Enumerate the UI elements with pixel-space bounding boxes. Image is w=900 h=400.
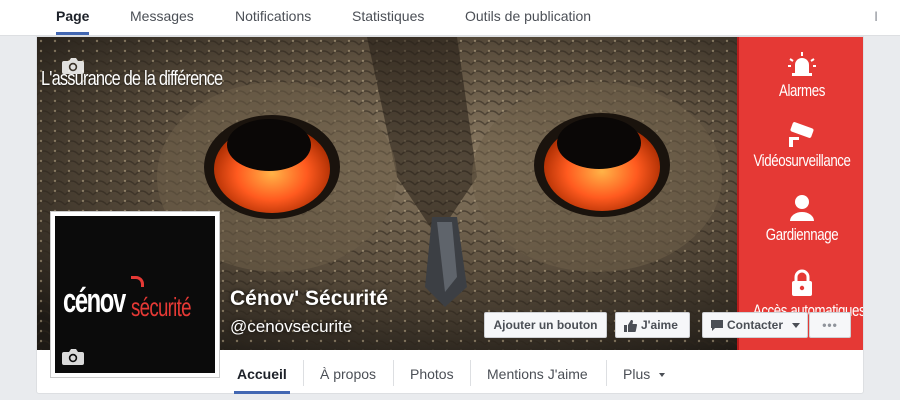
- service-alarmes: Alarmes: [739, 51, 863, 101]
- message-icon: [711, 320, 723, 332]
- service-videosurveillance: Vidéosurveillance: [739, 121, 863, 171]
- admin-tab-bar: Page Messages Notifications Statistiques…: [0, 0, 900, 36]
- profile-picture[interactable]: cénov sécurité: [50, 211, 220, 378]
- tab-statistiques[interactable]: Statistiques: [352, 0, 424, 35]
- cover-slogan: L'assurance de la différence: [41, 68, 223, 90]
- more-options-button[interactable]: •••: [809, 312, 851, 338]
- chevron-down-icon: [792, 323, 801, 329]
- nav-a-propos[interactable]: À propos: [320, 356, 376, 392]
- tab-page[interactable]: Page: [56, 0, 90, 35]
- nav-divider: [393, 360, 394, 386]
- nav-divider: [303, 360, 304, 386]
- siren-icon: [788, 52, 816, 76]
- thumbs-up-icon: [624, 319, 638, 332]
- service-label: Gardiennage: [765, 225, 839, 244]
- nav-plus[interactable]: Plus: [623, 356, 666, 392]
- nav-mentions-jaime[interactable]: Mentions J'aime: [487, 356, 588, 392]
- service-label: Vidéosurveillance: [753, 151, 851, 170]
- guard-person-icon: [790, 195, 814, 221]
- nav-photos[interactable]: Photos: [410, 356, 454, 392]
- service-label: Alarmes: [779, 81, 825, 100]
- like-button[interactable]: J'aime: [615, 312, 690, 338]
- like-label: J'aime: [641, 318, 678, 332]
- page-username[interactable]: @cenovsecurite: [230, 317, 352, 337]
- tab-messages[interactable]: Messages: [130, 0, 194, 35]
- profile-camera-icon[interactable]: [61, 348, 85, 366]
- caret-down-icon: [659, 373, 666, 378]
- service-gardiennage: Gardiennage: [739, 193, 863, 245]
- contact-button[interactable]: Contacter: [702, 312, 808, 338]
- page-title[interactable]: Cénov' Sécurité: [230, 287, 388, 311]
- brand-logo: cénov sécurité: [63, 276, 192, 322]
- nav-divider: [606, 360, 607, 386]
- nav-divider: [470, 360, 471, 386]
- services-panel: Alarmes Vidéosurveillance Gardiennage Ac…: [737, 37, 863, 350]
- nav-plus-label: Plus: [623, 366, 651, 382]
- tab-overflow[interactable]: I: [874, 0, 878, 33]
- nav-accueil[interactable]: Accueil: [234, 356, 290, 394]
- tab-outils-de-publication[interactable]: Outils de publication: [465, 0, 591, 35]
- padlock-icon: [792, 269, 812, 296]
- cctv-camera-icon: [789, 122, 814, 147]
- tab-notifications[interactable]: Notifications: [235, 0, 311, 35]
- add-button-button[interactable]: Ajouter un bouton: [484, 312, 607, 338]
- contact-label: Contacter: [727, 318, 784, 332]
